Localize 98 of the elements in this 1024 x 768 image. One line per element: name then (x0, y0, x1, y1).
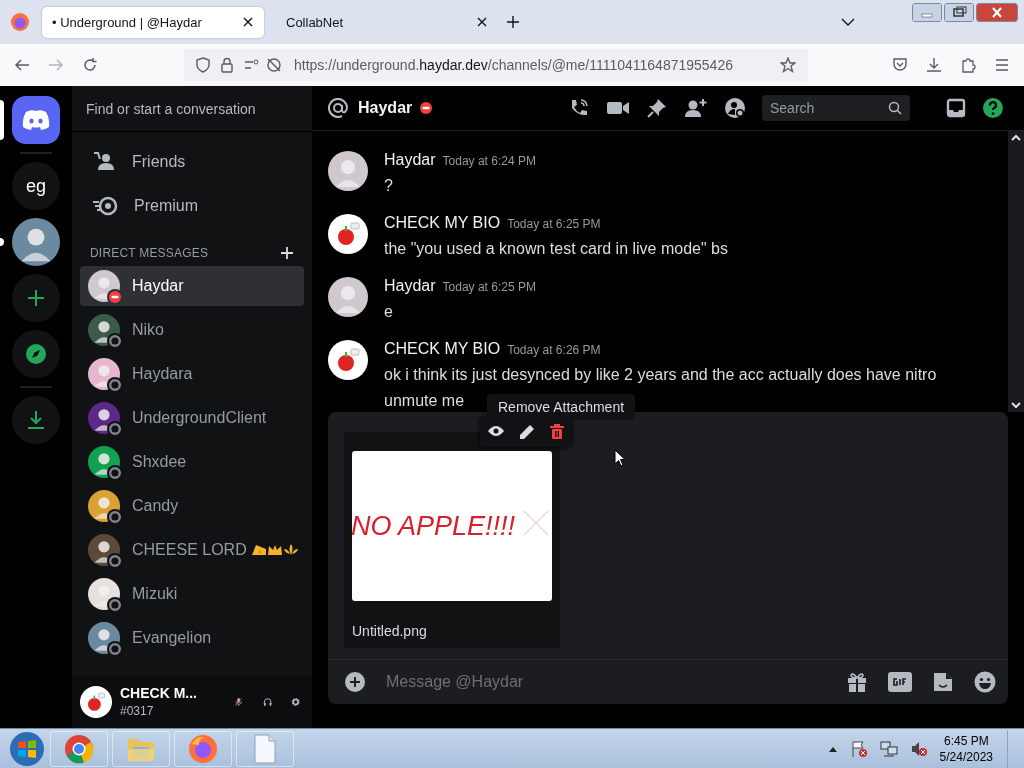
message-text: e (384, 302, 393, 322)
message-text: ? (384, 176, 393, 196)
avatar (88, 314, 120, 346)
message-text: the "you used a known test card in live mode" bs (384, 239, 728, 259)
timestamp: Today at 6:25 PM (507, 217, 601, 231)
download-icon[interactable] (25, 409, 47, 431)
start-icon[interactable] (8, 730, 46, 767)
avatar (88, 402, 120, 434)
author-name[interactable]: Haydar (384, 277, 436, 295)
emoji-icon[interactable] (974, 671, 996, 693)
shield-icon[interactable] (196, 57, 210, 73)
timestamp: Today at 6:24 PM (442, 154, 536, 168)
avatar (88, 622, 120, 654)
server-icon[interactable]: eg (12, 162, 60, 210)
firefox-icon[interactable] (10, 12, 30, 32)
menu-icon[interactable] (994, 57, 1010, 73)
tooltip: Remove Attachment (487, 394, 636, 420)
dm-item[interactable]: Haydara (80, 354, 304, 394)
inbox-icon[interactable] (946, 98, 966, 118)
dm-item[interactable]: Niko (80, 310, 304, 350)
message-text: unmute me (384, 391, 465, 411)
firefox-icon[interactable] (188, 733, 218, 764)
minimize-icon[interactable] (912, 2, 942, 22)
gift-icon[interactable] (846, 671, 868, 693)
message-text: ok i think its just desynced by like 2 years and the acc actually does have nitro (384, 365, 937, 385)
pencil-icon[interactable] (519, 424, 535, 440)
avatar (328, 151, 368, 191)
emblem-icon (282, 543, 299, 557)
close-icon[interactable] (242, 16, 254, 28)
avatar (80, 686, 112, 718)
lock-icon[interactable] (220, 57, 234, 73)
add-friend-icon[interactable] (684, 97, 708, 119)
cross-icon (522, 509, 550, 537)
nav-item[interactable]: Premium (80, 184, 304, 228)
file-name: Untitled.png (352, 623, 428, 639)
browser-tab[interactable]: CollabNet (276, 6, 498, 38)
search-field[interactable]: Find or start a conversation (82, 94, 302, 123)
timestamp: Today at 6:25 PM (442, 280, 536, 294)
pin-icon[interactable] (646, 97, 668, 119)
avatar (88, 358, 120, 390)
dm-item[interactable]: Evangelion (80, 618, 304, 658)
star-icon[interactable] (780, 57, 796, 73)
author-name[interactable]: CHECK MY BIO (384, 214, 501, 232)
permissions-icon[interactable] (244, 57, 284, 73)
author-name[interactable]: Haydar (384, 151, 436, 169)
chevron-down-icon[interactable] (840, 17, 856, 27)
new-tab-icon[interactable] (506, 15, 520, 29)
plus-icon[interactable] (27, 289, 45, 307)
sticker-icon[interactable] (932, 671, 954, 693)
channel-title: Haydar (358, 99, 413, 117)
nav-item[interactable]: Friends (80, 140, 304, 184)
dm-item[interactable]: UndergroundClient (80, 398, 304, 438)
dm-item[interactable]: Haydar (80, 266, 304, 306)
close-icon[interactable] (476, 16, 488, 28)
clock[interactable]: 6:45 PM 5/24/2023 (939, 732, 993, 765)
avatar (88, 534, 120, 566)
browser-tab[interactable]: • Underground | @Haydar (42, 6, 264, 38)
profile-icon[interactable] (724, 97, 746, 119)
section-title: DIRECT MESSAGES (90, 246, 209, 260)
avatar (88, 446, 120, 478)
reload-icon[interactable] (82, 57, 98, 73)
trash-icon[interactable] (549, 424, 565, 440)
avatar (88, 490, 120, 522)
avatar (328, 214, 368, 254)
nitro-icon (92, 196, 118, 216)
search-icon[interactable] (888, 101, 902, 115)
restore-icon[interactable] (944, 2, 974, 22)
crown-icon (266, 543, 283, 557)
pocket-icon[interactable] (892, 57, 908, 73)
avatar (328, 340, 368, 380)
at-icon (328, 98, 348, 118)
upload-plus-icon[interactable] (344, 671, 366, 693)
user-tag: #0317 (120, 702, 154, 720)
dm-item[interactable]: Candy (80, 486, 304, 526)
network-icon[interactable] (879, 739, 898, 758)
chrome-icon[interactable] (64, 733, 94, 764)
gif-icon[interactable] (888, 672, 912, 692)
url-text: https://underground.haydar.dev/channels/@me/1111041164871955426 (294, 57, 733, 73)
dm-item[interactable]: Mizuki (80, 574, 304, 614)
search-field[interactable]: Search (762, 95, 910, 121)
help-icon[interactable] (982, 97, 1004, 119)
flag-icon[interactable] (849, 739, 868, 758)
dm-item[interactable]: Shxdee (80, 442, 304, 482)
avatar (88, 578, 120, 610)
server-avatar[interactable] (12, 218, 60, 266)
dm-item[interactable]: CHEESE LORD (80, 530, 304, 570)
download-icon[interactable] (926, 57, 942, 73)
puzzle-icon[interactable] (960, 57, 976, 73)
timestamp: Today at 6:26 PM (507, 343, 601, 357)
cursor-icon (614, 449, 626, 467)
compass-icon[interactable] (25, 343, 47, 365)
avatar (328, 277, 368, 317)
back-icon[interactable] (14, 57, 30, 73)
author-name[interactable]: CHECK MY BIO (384, 340, 501, 358)
user-name: CHECK M... (120, 684, 197, 702)
eye-icon[interactable] (487, 424, 505, 438)
address-bar[interactable]: https://underground.haydar.dev/channels/@me/1111041164871955426 (184, 49, 808, 81)
attachment-image: NO APPLE!!!! (352, 451, 552, 601)
